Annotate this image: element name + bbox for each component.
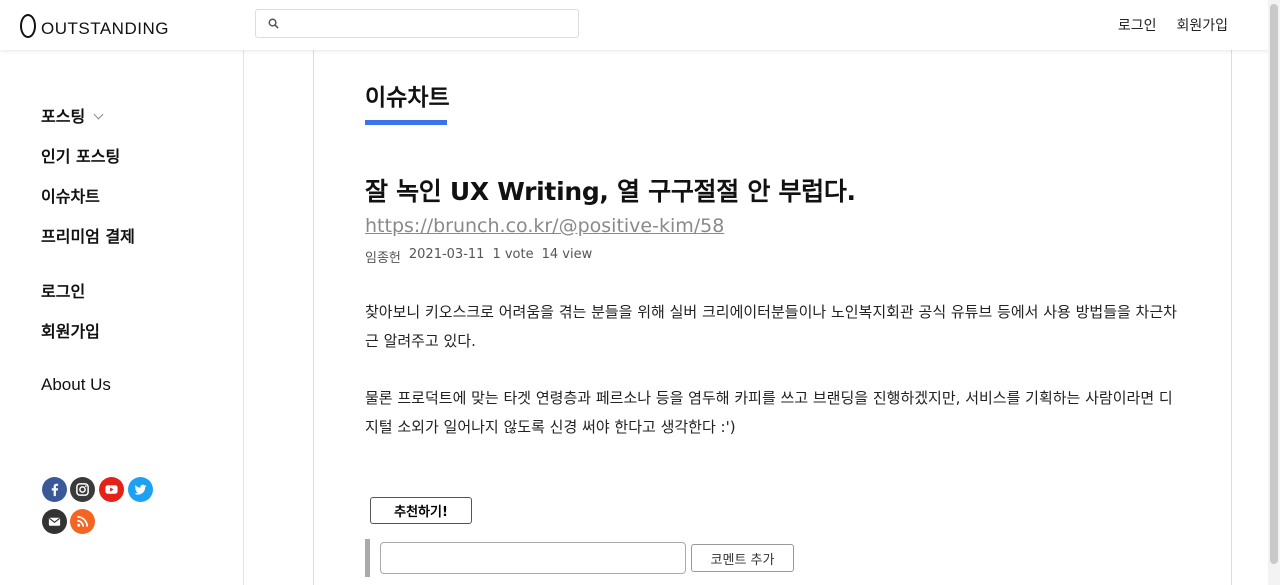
post-paragraph: 물론 프로덕트에 맞는 타겟 연령층과 페르소나 등을 염두해 카피를 쓰고 브… bbox=[365, 389, 1173, 436]
site-logo[interactable]: OUTSTANDING bbox=[20, 12, 169, 40]
sidebar-item-posting[interactable]: 포스팅 bbox=[41, 103, 104, 127]
page-scrollbar[interactable] bbox=[1268, 0, 1280, 585]
sidebar-item-issue-chart[interactable]: 이슈차트 bbox=[41, 183, 100, 207]
post-views: 14 view bbox=[541, 247, 593, 262]
sidebar-item-signup[interactable]: 회원가입 bbox=[41, 318, 100, 342]
top-header: OUTSTANDING 로그인 회원가입 bbox=[0, 0, 1280, 50]
sidebar-item-about-us[interactable]: About Us bbox=[41, 375, 111, 395]
logo-text: OUTSTANDING bbox=[41, 19, 169, 38]
header-signup-link[interactable]: 회원가입 bbox=[1176, 15, 1228, 35]
header-login-link[interactable]: 로그인 bbox=[1118, 15, 1157, 35]
scrollbar-thumb[interactable] bbox=[1270, 4, 1278, 564]
sidebar-item-premium-payment[interactable]: 프리미엄 결제 bbox=[41, 223, 135, 247]
facebook-icon[interactable] bbox=[42, 477, 67, 502]
rss-icon[interactable] bbox=[70, 509, 95, 534]
add-comment-button[interactable]: 코멘트 추가 bbox=[691, 544, 794, 572]
chevron-down-icon bbox=[93, 109, 104, 120]
post-meta: 임종헌 2021-03-11 1 vote 14 view bbox=[365, 247, 592, 266]
search-icon bbox=[268, 18, 279, 29]
youtube-icon[interactable] bbox=[99, 477, 124, 502]
comment-input[interactable] bbox=[380, 542, 686, 574]
sidebar: 포스팅 인기 포스팅 이슈차트 프리미엄 결제 로그인 회원가입 About U… bbox=[0, 50, 244, 585]
title-underline bbox=[365, 120, 447, 125]
sidebar-item-label: 포스팅 bbox=[41, 107, 86, 126]
post-source-link[interactable]: https://brunch.co.kr/@positive-kim/58 bbox=[365, 215, 724, 237]
search-input[interactable] bbox=[288, 13, 572, 36]
post-paragraph: 찾아보니 키오스크로 어려움을 겪는 분들을 위해 실버 크리에이터분들이나 노… bbox=[365, 303, 1177, 350]
post-title: 잘 녹인 UX Writing, 열 구구절절 안 부럽다. bbox=[365, 177, 856, 206]
search-box[interactable] bbox=[255, 9, 579, 38]
post-date: 2021-03-11 bbox=[408, 247, 485, 262]
logo-mark-icon bbox=[20, 14, 36, 38]
mail-icon[interactable] bbox=[42, 509, 67, 534]
comment-bar-divider bbox=[365, 539, 370, 577]
post-author: 임종헌 bbox=[365, 251, 401, 266]
page-title: 이슈차트 bbox=[365, 85, 450, 111]
sidebar-item-login[interactable]: 로그인 bbox=[41, 278, 85, 302]
main-content: 이슈차트 잘 녹인 UX Writing, 열 구구절절 안 부럽다. http… bbox=[313, 50, 1232, 585]
instagram-icon[interactable] bbox=[70, 477, 95, 502]
recommend-button[interactable]: 추천하기! bbox=[370, 497, 472, 524]
post-votes: 1 vote bbox=[492, 247, 534, 262]
twitter-icon[interactable] bbox=[128, 477, 153, 502]
sidebar-item-popular-posting[interactable]: 인기 포스팅 bbox=[41, 143, 120, 167]
top-nav: 로그인 회원가입 bbox=[1118, 15, 1228, 35]
